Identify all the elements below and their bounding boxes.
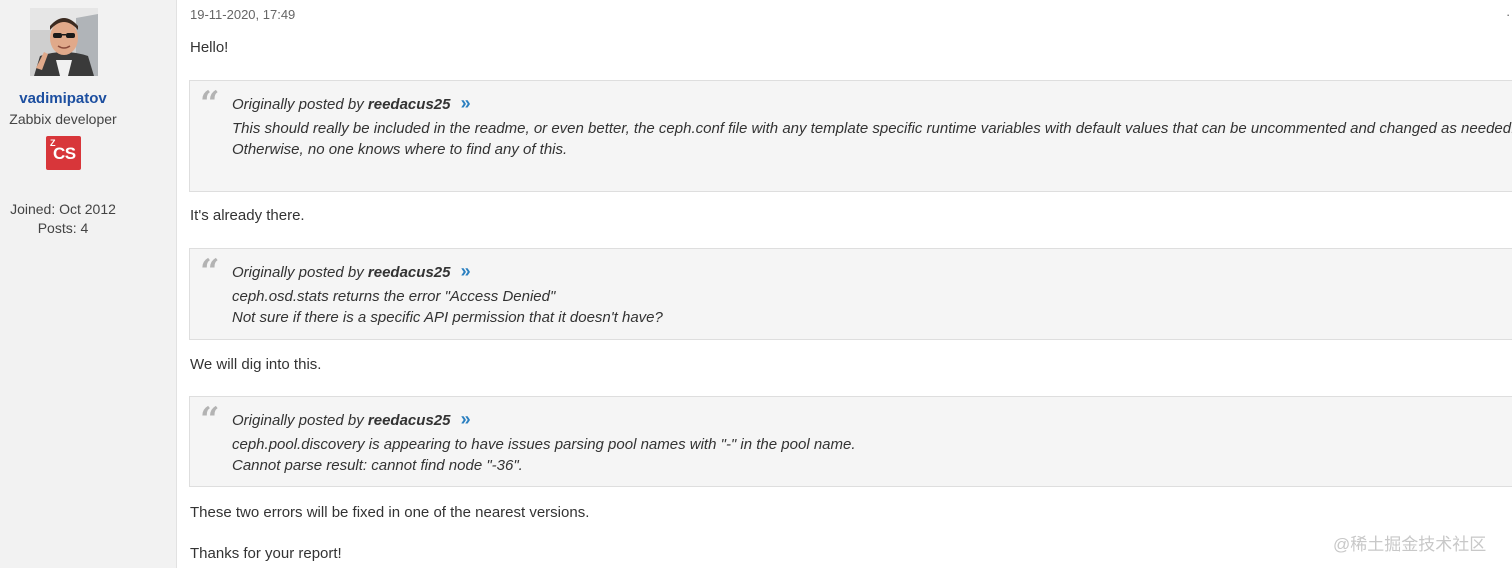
user-sidebar: vadimipatov Zabbix developer Z CS Joined… <box>0 0 177 568</box>
quote-author-link[interactable]: reedacus25 <box>368 96 451 113</box>
badge-main-text: CS <box>53 144 76 163</box>
watermark: @稀土掘金技术社区 <box>1333 535 1487 554</box>
quote-prefix: Originally posted by <box>232 96 364 113</box>
quote-icon: “ <box>200 252 220 292</box>
post-date: 19-11-2020, 17:49 <box>190 7 296 22</box>
quote-line: ceph.osd.stats returns the error "Access… <box>232 288 556 305</box>
quote-header: Originally posted by reedacus25 » <box>232 409 471 430</box>
reply-text: Thanks for your report! <box>190 545 342 562</box>
quote-line: Otherwise, no one knows where to find an… <box>232 140 568 158</box>
quote-prefix: Originally posted by <box>232 264 364 281</box>
post-count: Posts: 4 <box>37 220 89 236</box>
jump-to-post-icon[interactable]: » <box>461 261 471 281</box>
post-menu-mark[interactable]: · <box>1506 7 1510 22</box>
reply-text: We will dig into this. <box>190 356 322 373</box>
quote-body: ceph.osd.stats returns the error "Access… <box>232 287 1512 328</box>
zcs-badge-icon: Z CS <box>46 136 81 170</box>
reply-text: It's already there. <box>190 207 305 224</box>
jump-to-post-icon[interactable]: » <box>461 93 471 113</box>
quote-body: This should really be included in the re… <box>232 119 1512 160</box>
joined-date: Joined: Oct 2012 <box>10 201 116 217</box>
quote-header: Originally posted by reedacus25 » <box>232 93 471 114</box>
quote-prefix: Originally posted by <box>232 412 364 429</box>
quote-block: “ Originally posted by reedacus25 » This… <box>189 80 1512 192</box>
quote-author-link[interactable]: reedacus25 <box>368 264 451 281</box>
jump-to-post-icon[interactable]: » <box>461 409 471 429</box>
quote-line: This should really be included in the re… <box>232 120 1512 137</box>
quote-block: “ Originally posted by reedacus25 » ceph… <box>189 396 1512 487</box>
quote-header: Originally posted by reedacus25 » <box>232 261 471 282</box>
post-greeting: Hello! <box>190 39 229 56</box>
username-link[interactable]: vadimipatov <box>0 90 126 107</box>
avatar[interactable] <box>30 8 98 76</box>
quote-line: Not sure if there is a specific API perm… <box>232 308 663 326</box>
quote-icon: “ <box>200 84 220 124</box>
quote-line: ceph.pool.discovery is appearing to have… <box>232 436 856 453</box>
quote-line: Cannot parse result: cannot find node "-… <box>232 456 523 474</box>
quote-icon: “ <box>200 400 220 440</box>
quote-block: “ Originally posted by reedacus25 » ceph… <box>189 248 1512 340</box>
reply-text: These two errors will be fixed in one of… <box>190 504 590 521</box>
avatar-image <box>30 8 98 76</box>
quote-author-link[interactable]: reedacus25 <box>368 412 451 429</box>
quote-body: ceph.pool.discovery is appearing to have… <box>232 435 1512 476</box>
user-title: Zabbix developer <box>9 111 117 127</box>
